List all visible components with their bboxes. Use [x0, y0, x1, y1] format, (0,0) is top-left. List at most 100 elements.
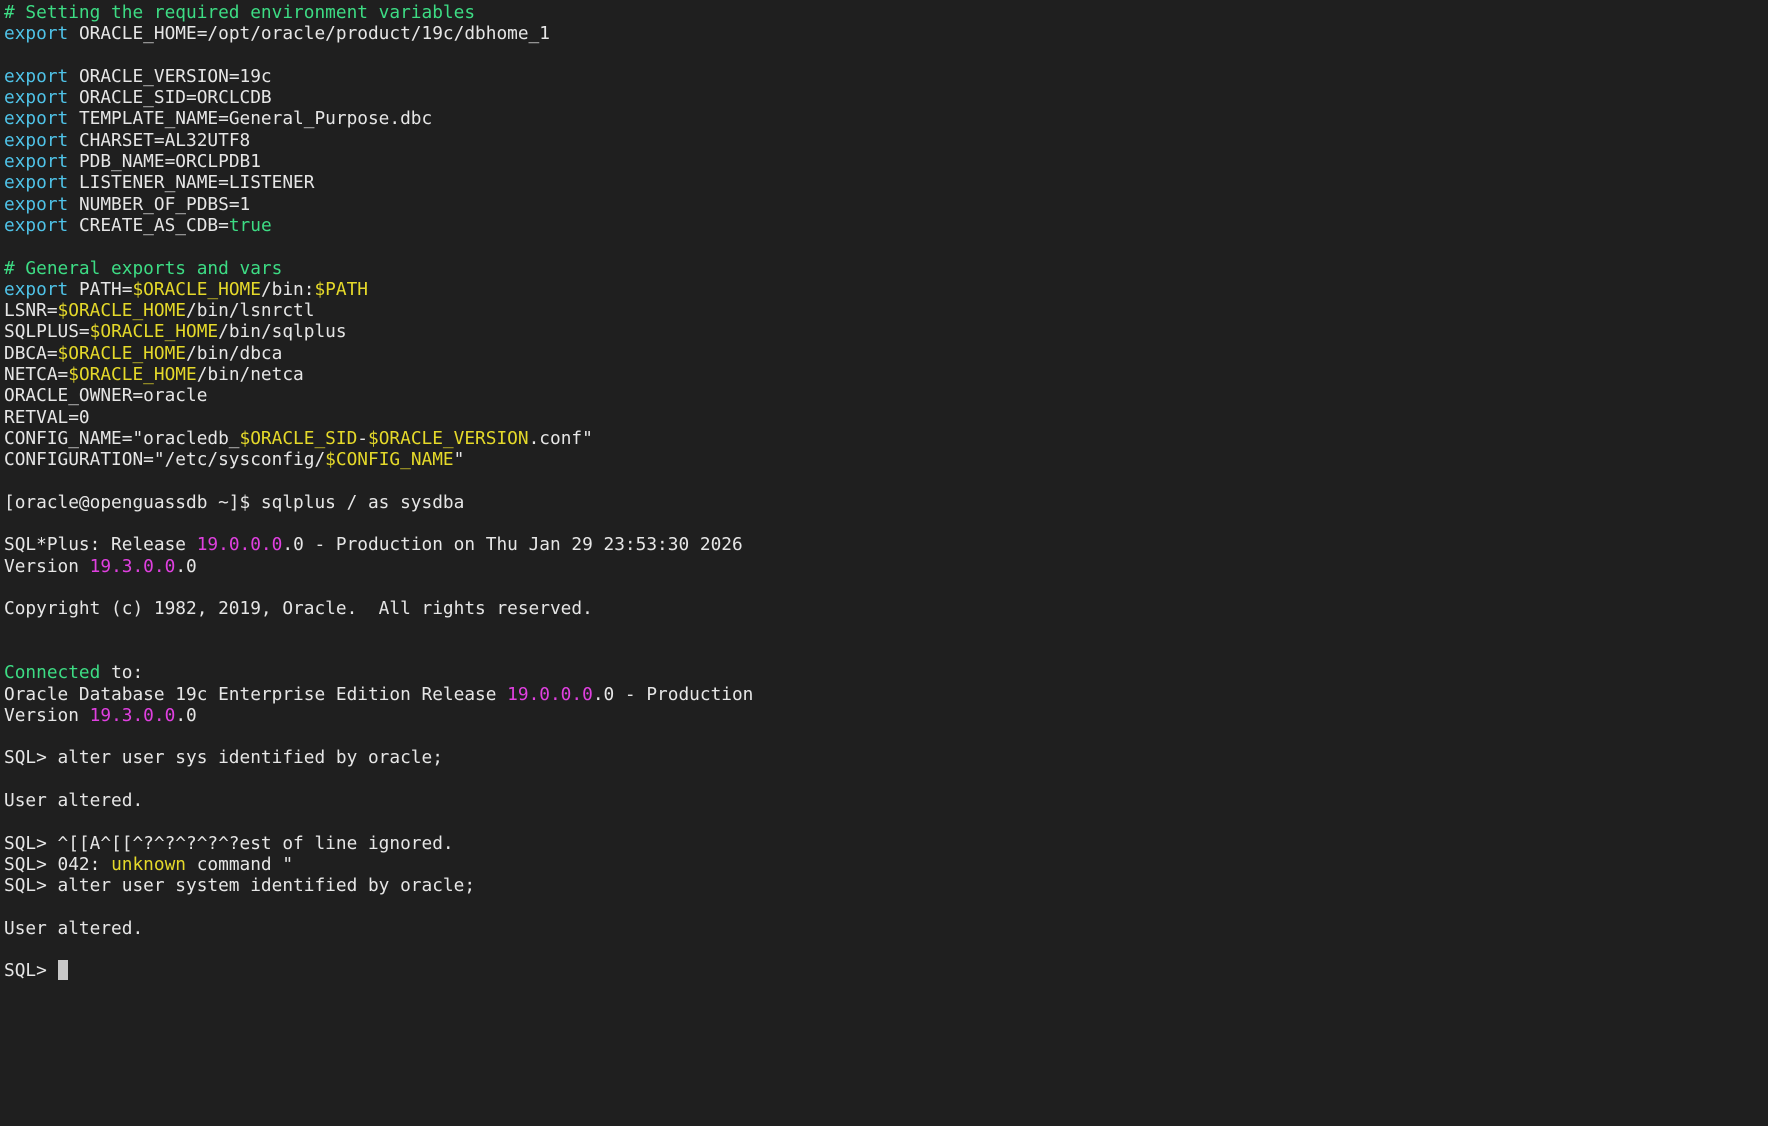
- terminal-text-default: .conf": [528, 427, 593, 449]
- terminal-text-variable: $ORACLE_HOME: [68, 364, 197, 386]
- terminal-text-keyword: export: [4, 108, 69, 130]
- terminal-text-default: ORACLE_SID=ORCLCDB: [68, 87, 272, 109]
- terminal-text-default: ORACLE_HOME=/opt/oracle/product/19c/dbho…: [68, 23, 550, 45]
- terminal-text-default: /bin/dbca: [186, 342, 283, 364]
- terminal-text-keyword: export: [4, 214, 69, 236]
- terminal-text-default: .0 - Production on Thu Jan 29 23:53:30 2…: [282, 534, 743, 556]
- terminal-text-variable: $ORACLE_HOME: [132, 278, 261, 300]
- terminal-text-default: /bin/netca: [196, 364, 304, 386]
- text-cursor: [57, 960, 68, 981]
- terminal-line: export ORACLE_HOME=/opt/oracle/product/1…: [4, 23, 1764, 44]
- terminal-line: export ORACLE_SID=ORCLCDB: [4, 87, 1764, 108]
- terminal-text-default: CREATE_AS_CDB=: [68, 214, 229, 236]
- terminal-text-default: NUMBER_OF_PDBS=1: [68, 193, 251, 215]
- terminal-text-keyword: export: [4, 87, 69, 109]
- terminal-line: SQLPLUS=$ORACLE_HOME/bin/sqlplus: [4, 321, 1764, 342]
- terminal-text-default: CONFIG_NAME="oracledb_: [4, 427, 240, 449]
- terminal-line: # General exports and vars: [4, 258, 1764, 279]
- terminal-text-default: SQL> alter user system identified by ora…: [4, 875, 476, 897]
- terminal-text-default: .0: [175, 704, 197, 726]
- terminal-line: SQL> ^[[A^[[^?^?^?^?^?est of line ignore…: [4, 833, 1764, 854]
- terminal-text-default: LISTENER_NAME=LISTENER: [68, 172, 315, 194]
- terminal-text-default: CHARSET=AL32UTF8: [68, 129, 251, 151]
- terminal-line: Version 19.3.0.0.0: [4, 556, 1764, 577]
- terminal-text-default: [oracle@openguassdb ~]$ sqlplus / as sys…: [4, 491, 465, 513]
- terminal-line: RETVAL=0: [4, 407, 1764, 428]
- terminal-line: SQL> 042: unknown command ": [4, 854, 1764, 875]
- terminal-text-default: RETVAL=0: [4, 406, 90, 428]
- terminal-text-number: 19.0.0.0: [507, 683, 593, 705]
- terminal-text-keyword: export: [4, 278, 69, 300]
- terminal-line: NETCA=$ORACLE_HOME/bin/netca: [4, 364, 1764, 385]
- terminal-text-default: PDB_NAME=ORCLPDB1: [68, 151, 261, 173]
- terminal-text-default: DBCA=: [4, 342, 58, 364]
- terminal-text-boolean: true: [228, 214, 272, 236]
- terminal-line: SQL>: [4, 960, 1764, 981]
- terminal-text-variable: $CONFIG_NAME: [325, 449, 454, 471]
- terminal-line: Connected to:: [4, 662, 1764, 683]
- terminal-line: export CHARSET=AL32UTF8: [4, 130, 1764, 151]
- terminal-text-default: Oracle Database 19c Enterprise Edition R…: [4, 683, 508, 705]
- terminal-line: CONFIG_NAME="oracledb_$ORACLE_SID-$ORACL…: [4, 428, 1764, 449]
- terminal-text-variable: $ORACLE_SID: [239, 427, 358, 449]
- terminal-line: SQL*Plus: Release 19.0.0.0.0 - Productio…: [4, 534, 1764, 555]
- terminal-text-default: /bin/lsnrctl: [186, 300, 315, 322]
- terminal-text-default: ": [453, 449, 465, 471]
- terminal-text-variable: $ORACLE_HOME: [57, 300, 186, 322]
- terminal-line: Copyright (c) 1982, 2019, Oracle. All ri…: [4, 598, 1764, 619]
- terminal-text-error: unknown: [111, 853, 186, 875]
- terminal-text-comment: # Setting the required environment varia…: [4, 2, 476, 23]
- terminal-text-default: Version: [4, 555, 90, 577]
- terminal-text-number: 19.3.0.0: [89, 704, 176, 726]
- terminal-line: export PDB_NAME=ORCLPDB1: [4, 151, 1764, 172]
- terminal-line: [oracle@openguassdb ~]$ sqlplus / as sys…: [4, 492, 1764, 513]
- terminal-text-default: /bin/sqlplus: [218, 321, 347, 343]
- terminal-text-default: SQL*Plus: Release: [4, 534, 197, 556]
- terminal-text-default: SQLPLUS=: [4, 321, 90, 343]
- terminal-text-default: to:: [100, 662, 144, 684]
- terminal-line: User altered.: [4, 790, 1764, 811]
- terminal-text-default: User altered.: [4, 917, 144, 939]
- terminal-text-keyword: export: [4, 172, 69, 194]
- terminal-text-success: Connected: [4, 662, 101, 684]
- terminal-text-number: 19.3.0.0: [89, 555, 176, 577]
- terminal-text-default: NETCA=: [4, 364, 69, 386]
- terminal-text-default: ORACLE_OWNER=oracle: [4, 385, 208, 407]
- terminal-text-default: .0 - Production: [592, 683, 754, 705]
- terminal-line: Version 19.3.0.0.0: [4, 705, 1764, 726]
- terminal-line: CONFIGURATION="/etc/sysconfig/$CONFIG_NA…: [4, 449, 1764, 470]
- terminal-text-default: Version: [4, 704, 90, 726]
- terminal-text-comment: # General exports and vars: [4, 257, 283, 279]
- terminal-text-default: User altered.: [4, 789, 144, 811]
- terminal-text-variable: $ORACLE_VERSION: [368, 427, 529, 449]
- terminal-text-variable: $ORACLE_HOME: [89, 321, 219, 343]
- terminal-text-default: ORACLE_VERSION=19c: [68, 65, 272, 87]
- terminal-text-keyword: export: [4, 23, 69, 45]
- terminal-text-default: LSNR=: [4, 300, 58, 322]
- terminal-text-default: SQL>: [4, 960, 58, 982]
- terminal-text-default: PATH=: [68, 278, 133, 300]
- terminal-line: Oracle Database 19c Enterprise Edition R…: [4, 684, 1764, 705]
- terminal-line: SQL> alter user sys identified by oracle…: [4, 747, 1764, 768]
- terminal-line: User altered.: [4, 918, 1764, 939]
- terminal-text-default: SQL> alter user sys identified by oracle…: [4, 747, 443, 769]
- terminal-line: export PATH=$ORACLE_HOME/bin:$PATH: [4, 279, 1764, 300]
- terminal-text-default: SQL> 042:: [4, 853, 112, 875]
- terminal-text-keyword: export: [4, 151, 69, 173]
- terminal-output[interactable]: # Setting the required environment varia…: [4, 2, 1764, 1122]
- terminal-text-number: 19.0.0.0: [196, 534, 283, 556]
- terminal-text-default: Copyright (c) 1982, 2019, Oracle. All ri…: [4, 598, 593, 620]
- terminal-text-default: CONFIGURATION="/etc/sysconfig/: [4, 449, 326, 471]
- terminal-line: LSNR=$ORACLE_HOME/bin/lsnrctl: [4, 300, 1764, 321]
